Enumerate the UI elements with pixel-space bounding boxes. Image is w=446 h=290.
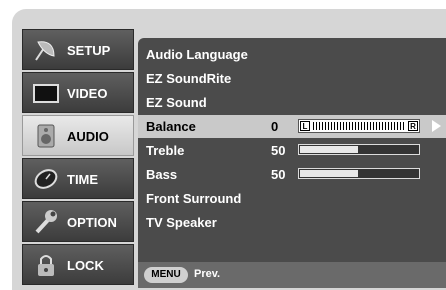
wrench-icon [32, 208, 60, 236]
treble-slider[interactable] [298, 144, 420, 155]
nav-lock[interactable]: LOCK [22, 244, 134, 285]
menu-item-label: Balance [146, 119, 196, 134]
menu-item-front-surround[interactable]: Front Surround [138, 187, 446, 210]
treble-value: 50 [271, 143, 286, 158]
right-arrow-icon[interactable] [432, 120, 441, 132]
menu-button[interactable]: MENU [144, 267, 188, 283]
bass-value: 50 [271, 167, 286, 182]
menu-item-label: EZ SoundRite [146, 71, 232, 86]
clock-icon [32, 165, 60, 193]
treble-level [300, 146, 358, 153]
menu-item-tv-speaker[interactable]: TV Speaker [138, 211, 446, 234]
menu-item-ez-soundrite[interactable]: EZ SoundRite [138, 67, 446, 90]
prev-label: Prev. [194, 268, 221, 280]
speaker-icon [32, 122, 60, 150]
nav-time[interactable]: TIME [22, 158, 134, 199]
left-marker: L [300, 121, 310, 131]
menu-item-ez-sound[interactable]: EZ Sound [138, 91, 446, 114]
menu-item-label: Bass [146, 167, 178, 182]
nav-video[interactable]: VIDEO [22, 72, 134, 113]
osd-window: SETUP VIDEO AUDIO TIME OPTION LOCK Audio… [12, 9, 446, 290]
menu-footer: MENU Prev. [138, 262, 446, 288]
menu-item-label: EZ Sound [146, 95, 207, 110]
menu-item-audio-language[interactable]: Audio Language [138, 43, 446, 66]
monitor-icon [32, 79, 60, 107]
balance-slider[interactable]: L R [298, 119, 420, 133]
nav-label: OPTION [67, 215, 117, 230]
menu-item-label: TV Speaker [146, 215, 217, 230]
nav-label: VIDEO [67, 86, 108, 101]
nav-label: TIME [67, 172, 99, 187]
category-nav: SETUP VIDEO AUDIO TIME OPTION LOCK [22, 29, 134, 285]
balance-value: 0 [271, 119, 279, 134]
bass-level [300, 170, 358, 177]
bass-slider[interactable] [298, 168, 420, 179]
nav-label: LOCK [67, 258, 104, 273]
menu-item-bass[interactable]: Bass 50 [138, 163, 446, 186]
nav-label: AUDIO [67, 129, 109, 144]
balance-ticks [313, 122, 405, 130]
nav-option[interactable]: OPTION [22, 201, 134, 242]
menu-item-label: Audio Language [146, 47, 248, 62]
padlock-icon [32, 251, 60, 279]
menu-item-treble[interactable]: Treble 50 [138, 139, 446, 162]
audio-menu-panel: Audio Language EZ SoundRite EZ Sound Bal… [138, 38, 446, 288]
satellite-dish-icon [32, 36, 60, 64]
nav-setup[interactable]: SETUP [22, 29, 134, 70]
menu-item-balance[interactable]: Balance 0 L R [138, 115, 446, 138]
menu-item-label: Treble [146, 143, 185, 158]
right-marker: R [408, 121, 418, 131]
menu-item-label: Front Surround [146, 191, 242, 206]
nav-label: SETUP [67, 43, 111, 58]
nav-audio[interactable]: AUDIO [22, 115, 134, 156]
